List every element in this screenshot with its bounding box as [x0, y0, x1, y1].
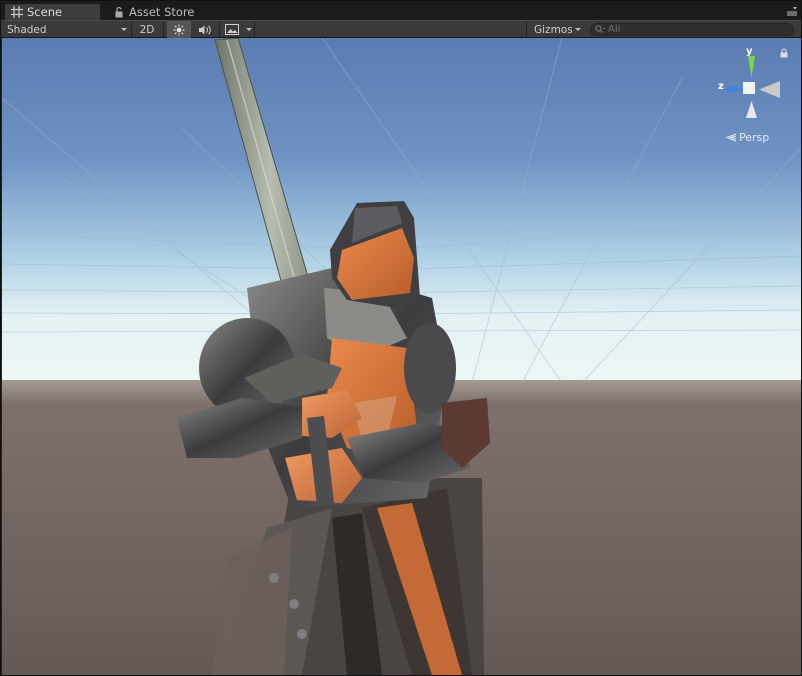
2d-toggle-button[interactable]: 2D: [136, 21, 158, 38]
projection-toggle[interactable]: Persp: [726, 131, 769, 144]
orientation-gizmo[interactable]: [714, 46, 789, 121]
scene-grid-icon: [11, 6, 23, 18]
lock-icon[interactable]: [780, 48, 788, 58]
search-input[interactable]: [608, 24, 788, 35]
z-axis-label: z: [718, 81, 724, 92]
tab-scene-label: Scene: [27, 5, 63, 19]
shading-mode-dropdown[interactable]: Shaded: [7, 21, 129, 38]
scene-lighting-toggle[interactable]: [167, 21, 191, 38]
y-axis-cone[interactable]: [748, 56, 755, 78]
2d-label: 2D: [139, 23, 155, 36]
chevron-down-icon: [575, 28, 581, 31]
scene-effects-dropdown[interactable]: [222, 21, 252, 38]
scene-viewport[interactable]: y z Persp: [2, 38, 801, 675]
speaker-icon: [199, 24, 211, 35]
scene-audio-toggle[interactable]: [194, 21, 216, 38]
y-axis-label: y: [746, 46, 753, 57]
tab-asset-store-label: Asset Store: [129, 4, 195, 19]
x-axis-cone[interactable]: [759, 81, 780, 98]
tab-asset-store[interactable]: Asset Store: [111, 3, 221, 20]
gizmos-label: Gizmos: [534, 23, 573, 36]
perspective-icon: [726, 133, 737, 142]
chevron-down-icon: [246, 28, 252, 31]
scene-window: Scene Asset Store Shaded 2D Gizmos All y…: [0, 0, 802, 676]
chevron-down-icon: [121, 28, 127, 31]
projection-label: Persp: [739, 131, 770, 144]
scene-render[interactable]: [2, 38, 801, 675]
search-field[interactable]: [590, 23, 794, 36]
shading-mode-value: Shaded: [7, 23, 47, 36]
sun-icon: [173, 24, 185, 35]
tab-scene[interactable]: Scene: [4, 3, 101, 20]
window-menu-icon[interactable]: [787, 7, 797, 16]
lock-icon: [115, 6, 123, 17]
gizmos-dropdown[interactable]: Gizmos: [529, 21, 585, 38]
neg-y-axis-cone[interactable]: [746, 101, 757, 118]
scene-toolbar: Shaded 2D Gizmos All: [1, 20, 801, 38]
gizmo-center-cube[interactable]: [743, 82, 755, 94]
tab-strip: Scene Asset Store: [1, 1, 801, 20]
image-icon: [225, 24, 239, 35]
search-icon: [595, 25, 606, 33]
